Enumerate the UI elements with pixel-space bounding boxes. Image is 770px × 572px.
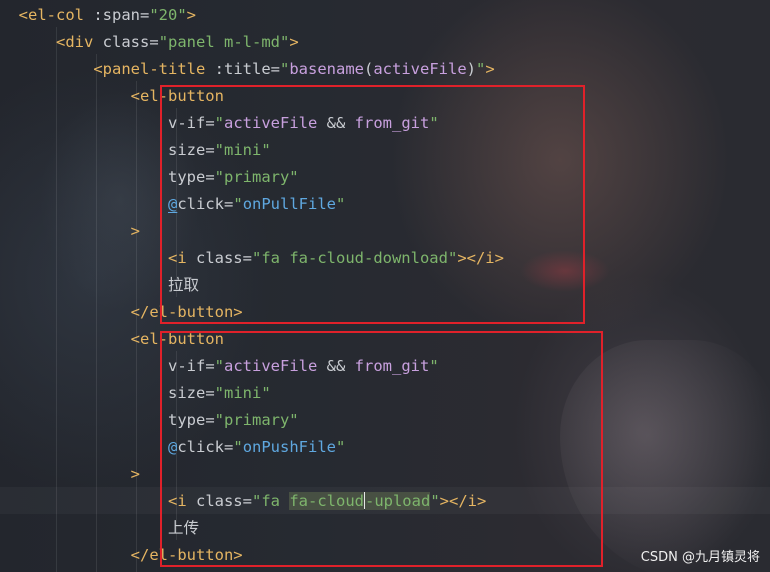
- code-token: <div: [56, 33, 103, 51]
- code-token: =: [149, 33, 159, 51]
- code-token: <el-col: [18, 6, 94, 24]
- code-line[interactable]: >: [0, 461, 140, 488]
- highlight-box-push-button: [160, 331, 603, 567]
- code-token: ": [476, 60, 486, 78]
- code-token: activeFile: [373, 60, 467, 78]
- code-token: >: [130, 465, 140, 483]
- highlight-box-pull-button: [160, 85, 585, 324]
- code-token: :title: [214, 60, 271, 78]
- code-line[interactable]: <div class="panel m-l-md">: [0, 29, 299, 56]
- code-token: >: [130, 222, 140, 240]
- code-token: ): [466, 60, 477, 78]
- watermark: CSDN @九月镇灵将: [640, 550, 760, 565]
- code-token: :span: [93, 6, 140, 24]
- code-token: basename: [289, 60, 364, 78]
- code-line[interactable]: >: [0, 218, 140, 245]
- code-token: "20": [149, 6, 187, 24]
- code-token: =: [270, 60, 280, 78]
- code-token: class: [102, 33, 150, 51]
- code-token: "panel m-l-md": [158, 33, 290, 51]
- code-token: ": [280, 60, 290, 78]
- code-line[interactable]: <el-col :span="20">: [0, 2, 196, 29]
- code-line[interactable]: <panel-title :title="basename(activeFile…: [0, 56, 495, 83]
- code-token: <panel-title: [93, 60, 215, 78]
- code-token: =: [140, 6, 150, 24]
- code-token: (: [364, 60, 374, 78]
- code-token: >: [186, 6, 197, 24]
- code-token: >: [485, 60, 495, 78]
- code-token: >: [289, 33, 299, 51]
